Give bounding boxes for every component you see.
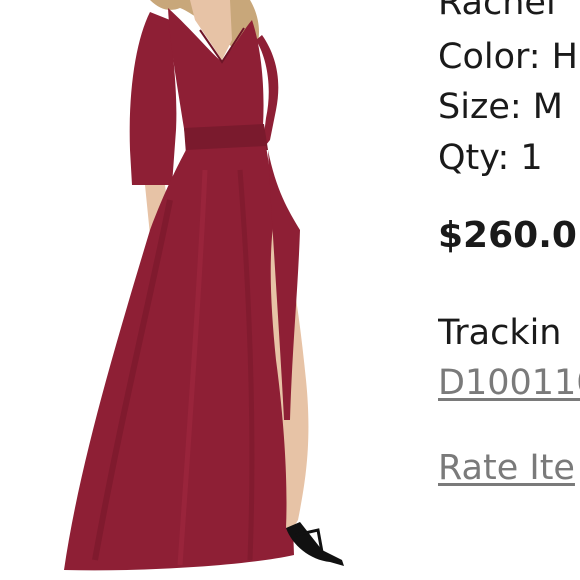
item-color: Color: H — [438, 37, 578, 77]
item-size: Size: M — [438, 87, 563, 127]
product-image[interactable] — [0, 0, 420, 580]
order-item-details: Rachel Color: H Size: M Qty: 1 $260.0 Tr… — [438, 0, 580, 580]
item-quantity: Qty: 1 — [438, 138, 543, 178]
dress-photo-icon — [0, 0, 420, 580]
item-price: $260.0 — [438, 215, 577, 256]
tracking-label: Trackin — [438, 313, 562, 353]
rate-item-link[interactable]: Rate Ite — [438, 451, 575, 486]
tracking-number-link[interactable]: D100110 — [438, 366, 580, 401]
brand-name: Rachel — [438, 0, 556, 23]
